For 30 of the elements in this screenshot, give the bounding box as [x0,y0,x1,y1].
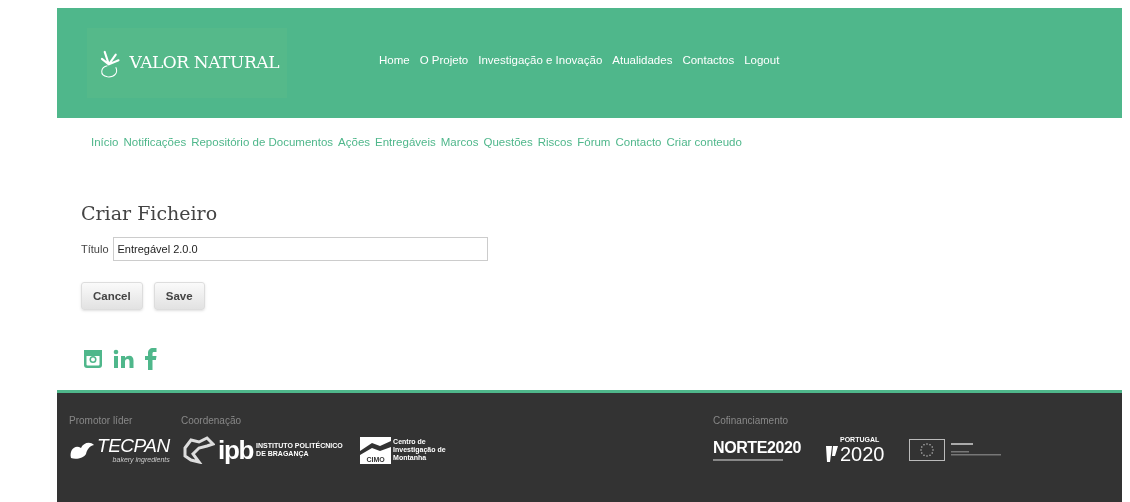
footer-label: Cofinanciamento [713,414,790,428]
page-title: Criar Ficheiro [81,201,219,226]
nav-link[interactable]: Logout [744,52,780,70]
subnav-link[interactable]: Entregáveis [375,134,436,152]
footer-label: Promotor líder [69,414,134,428]
subnav-link[interactable]: Riscos [537,134,573,152]
form-button[interactable]: Cancel [81,282,143,311]
logo-text: VALOR NATURAL [129,51,279,75]
subnav-link[interactable]: Notificações [123,134,187,152]
subnav-link[interactable]: Contacto [615,134,662,152]
nav-link[interactable]: Investigação e Inovação [478,52,603,70]
facebook-icon[interactable] [145,348,157,371]
nav-link[interactable]: Atualidades [612,52,673,70]
nav-link[interactable]: Contactos [682,52,735,70]
subnav-link[interactable]: Marcos [440,134,479,152]
nav-link[interactable]: O Projeto [419,52,469,70]
subnav-link[interactable]: Ações [338,134,371,152]
subnav-link[interactable]: Início [91,134,119,152]
form-button[interactable]: Save [153,282,205,311]
nav-link[interactable]: Home [379,52,410,70]
norte2020-logo: NORTE2020 [713,439,801,461]
subnav-link[interactable]: Questões [483,134,533,152]
instagram-icon[interactable] [83,349,103,370]
title-input[interactable]: Entregável 2.0.0 [112,237,488,262]
logo[interactable]: VALOR NATURAL [87,28,287,98]
subnav-link[interactable]: Repositório de Documentos [191,134,334,152]
linkedin-icon[interactable] [113,349,135,370]
subnav-link[interactable]: Criar conteudo [666,134,742,152]
subnav-link[interactable]: Fórum [577,134,611,152]
field-label: Título [81,242,109,257]
